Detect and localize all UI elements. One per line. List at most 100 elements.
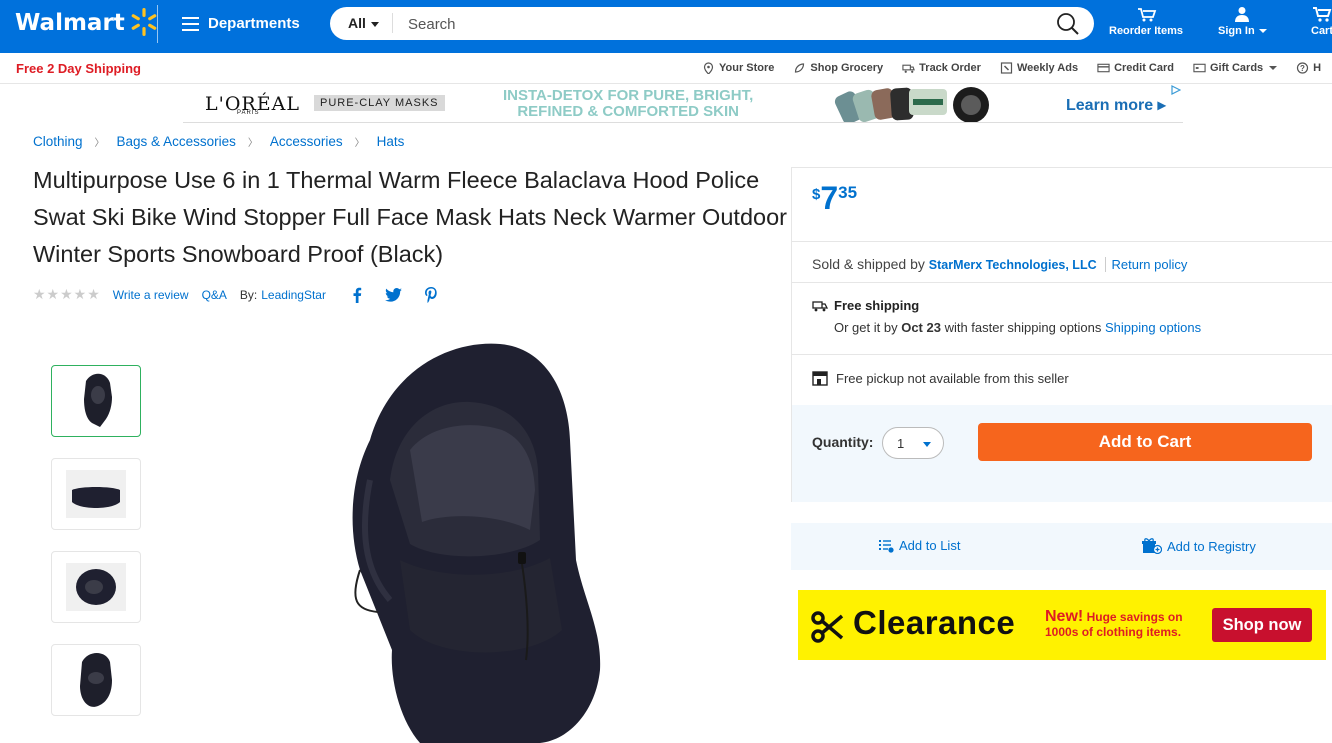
ad-headline-line2: REFINED & COMFORTED SKIN (517, 103, 739, 120)
ad-learn-more-link[interactable]: Learn more ▸ (1066, 95, 1166, 115)
credit-card-label: Credit Card (1114, 62, 1174, 74)
list-icon (879, 539, 894, 553)
scissors-icon (811, 611, 844, 643)
cart-button[interactable]: Cart (1311, 6, 1332, 38)
qa-link[interactable]: Q&A (202, 288, 227, 302)
shop-now-button[interactable]: Shop now (1212, 608, 1312, 642)
reorder-icon (1137, 8, 1157, 22)
write-review-link[interactable]: Write a review (113, 288, 189, 302)
thumbnail-image (84, 373, 112, 427)
chevron-down-icon (1258, 29, 1267, 34)
sub-navigation: Free 2 Day Shipping Your Store Shop Groc… (0, 53, 1332, 84)
departments-button[interactable]: Departments (182, 15, 300, 32)
location-pin-icon (703, 62, 714, 74)
grocery-icon (795, 63, 805, 73)
chevron-right-icon: 〉 (94, 138, 105, 149)
weekly-ads-label: Weekly Ads (1016, 62, 1079, 74)
ship-date: Oct 23 (901, 320, 941, 335)
ad-banner[interactable]: L'ORÉAL PARIS PURE-CLAY MASKS INSTA-DETO… (183, 85, 1183, 123)
shipping-options-link[interactable]: Shipping options (1105, 320, 1201, 335)
purchase-panel: $735 Sold & shipped by StarMerx Technolo… (791, 167, 1332, 502)
search-input[interactable] (408, 13, 1028, 35)
pinterest-icon[interactable] (424, 286, 437, 303)
add-to-registry-label: Add to Registry (1167, 538, 1256, 554)
help-label: H (1313, 62, 1322, 74)
top-header: Walmart Departments All Reorder Items Si… (0, 0, 1332, 53)
return-policy-link[interactable]: Return policy (1104, 257, 1188, 272)
header-divider (157, 5, 158, 43)
add-to-registry-button[interactable]: Add to Registry (1142, 538, 1256, 554)
free-shipping-label: Free shipping (834, 298, 920, 313)
product-main-image[interactable] (330, 330, 630, 743)
quantity-label: Quantity: (812, 434, 874, 450)
twitter-icon[interactable] (385, 287, 402, 302)
gift-icon (1142, 538, 1162, 554)
search-category-dropdown[interactable]: All (348, 15, 379, 31)
walmart-logo[interactable]: Walmart (15, 8, 159, 37)
clearance-description: New! Huge savings on 1000s of clothing i… (1045, 609, 1183, 640)
price-dollars: 7 (820, 180, 839, 216)
menu-icon (182, 16, 199, 31)
sign-in-button[interactable]: Sign In (1218, 6, 1267, 38)
cart-icon (1313, 7, 1332, 22)
clearance-line1: Huge savings on (1086, 610, 1183, 624)
utility-links: Your Store Shop Grocery Track Order Week… (702, 62, 1332, 74)
spark-icon (131, 8, 157, 36)
list-registry-row: Add to List Add to Registry (791, 523, 1332, 570)
ad-headline: INSTA-DETOX FOR PURE, BRIGHT, REFINED & … (503, 88, 753, 120)
reorder-items-button[interactable]: Reorder Items (1109, 6, 1183, 38)
thumbnail-image (80, 653, 112, 707)
shop-grocery-link[interactable]: Shop Grocery (793, 62, 883, 74)
thumbnail-list (51, 365, 141, 737)
gift-cards-link[interactable]: Gift Cards (1193, 62, 1278, 74)
search-icon[interactable] (1056, 12, 1080, 36)
shipping-info: Free shipping Or get it by Oct 23 with f… (812, 298, 1201, 335)
breadcrumb-bags-accessories[interactable]: Bags & Accessories (117, 134, 236, 149)
thumbnail-4[interactable] (51, 644, 141, 716)
add-to-list-button[interactable]: Add to List (878, 538, 960, 553)
track-order-label: Track Order (919, 62, 981, 74)
breadcrumb-hats[interactable]: Hats (377, 134, 405, 149)
departments-label: Departments (208, 15, 300, 32)
pickup-label: Free pickup not available from this sell… (836, 371, 1069, 386)
divider (792, 241, 1332, 242)
reorder-label: Reorder Items (1109, 25, 1183, 37)
svg-text:?: ? (1300, 64, 1305, 73)
weekly-ads-link[interactable]: Weekly Ads (1000, 62, 1078, 74)
brand-link[interactable]: LeadingStar (261, 288, 326, 302)
quantity-select[interactable]: 1 (882, 427, 944, 459)
ship-suffix: with faster shipping options (944, 320, 1102, 335)
thumbnail-1[interactable] (51, 365, 141, 437)
credit-card-link[interactable]: Credit Card (1097, 62, 1174, 74)
breadcrumb-accessories[interactable]: Accessories (270, 134, 343, 149)
facebook-icon[interactable] (352, 287, 362, 303)
add-to-cart-button[interactable]: Add to Cart (978, 423, 1312, 461)
ad-choices-icon[interactable] (1171, 85, 1181, 95)
help-icon: ? (1297, 62, 1309, 74)
product-title: Multipurpose Use 6 in 1 Thermal Warm Fle… (33, 167, 787, 267)
breadcrumb: Clothing 〉 Bags & Accessories 〉 Accessor… (33, 134, 404, 149)
sold-by-label: Sold & shipped by (812, 256, 925, 272)
track-order-link[interactable]: Track Order (902, 62, 981, 74)
sign-in-label: Sign In (1218, 25, 1255, 37)
seller-info: Sold & shipped by StarMerx Technologies,… (812, 256, 1188, 272)
your-store-link[interactable]: Your Store (702, 62, 774, 74)
help-link[interactable]: ? H (1296, 62, 1321, 74)
clearance-banner[interactable]: Clearance New! Huge savings on 1000s of … (798, 590, 1326, 660)
free-shipping-link[interactable]: Free 2 Day Shipping (16, 61, 141, 76)
clearance-line2: 1000s of clothing items. (1045, 625, 1182, 639)
seller-link[interactable]: StarMerx Technologies, LLC (929, 258, 1097, 272)
thumbnail-2[interactable] (51, 458, 141, 530)
thumbnail-image (66, 563, 126, 611)
chevron-down-icon (1269, 66, 1278, 70)
weekly-ads-icon (1000, 62, 1013, 74)
breadcrumb-clothing[interactable]: Clothing (33, 134, 83, 149)
clearance-title: Clearance (853, 604, 1016, 641)
gift-cards-label: Gift Cards (1209, 62, 1264, 74)
thumbnail-3[interactable] (51, 551, 141, 623)
ad-product-tag: PURE-CLAY MASKS (314, 95, 445, 111)
ad-product-image (834, 87, 989, 122)
search-divider (392, 13, 393, 33)
quantity-section: Quantity: 1 Add to Cart (792, 405, 1332, 502)
divider (792, 282, 1332, 283)
